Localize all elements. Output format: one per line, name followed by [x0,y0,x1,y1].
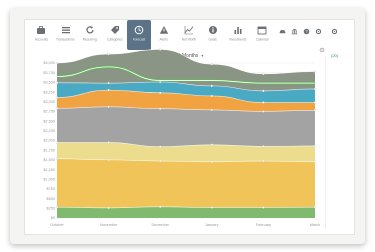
data-point [159,107,162,110]
data-point [210,160,213,163]
data-point [107,141,110,144]
data-point [210,84,213,88]
y-tick-label: $1,750 [43,148,55,152]
data-point [210,143,213,146]
data-point [107,82,110,85]
data-point [55,81,59,84]
y-tick-label: $2,750 [43,110,55,114]
y-tick-label: $750 [47,187,55,191]
data-point [210,63,213,66]
data-point [107,52,110,56]
x-tick-label: January [205,223,219,227]
y-tick-label: $3,250 [43,90,55,94]
data-point [210,206,213,209]
data-point [159,205,162,208]
y-tick-label: $3,750 [43,71,55,75]
data-point [313,144,317,148]
area-series-1 [57,206,315,218]
y-tick-label: $3,000 [43,100,55,104]
x-tick-label: February [256,223,271,227]
y-tick-label: $4,000 [43,61,55,65]
data-point [107,105,110,108]
y-tick-label: $500 [47,197,55,201]
data-point [55,141,59,144]
x-tick-label: March [310,223,321,227]
data-point [159,159,162,163]
data-point [159,48,162,51]
data-point [55,61,59,65]
data-point [313,87,317,91]
data-point [107,158,110,162]
data-point [55,96,59,99]
data-point [262,159,265,163]
y-tick-label: $250 [47,207,55,211]
data-point [313,160,317,163]
x-tick-label: October [50,223,64,227]
data-point [262,110,265,113]
y-tick-label: $2,500 [43,119,55,123]
y-tick-label: $2,000 [43,139,55,143]
y-tick-label: $2,250 [43,129,55,133]
data-point [262,145,265,148]
data-point [210,94,213,98]
y-tick-label: $1,500 [43,158,55,162]
data-point [262,101,265,104]
data-point [55,157,59,160]
data-point [313,109,317,112]
y-tick-label: $1,000 [43,177,55,181]
data-point [313,101,317,104]
data-point [159,91,162,94]
data-point [159,145,162,148]
data-point [262,72,265,75]
data-point [55,107,59,110]
x-tick-label: November [100,223,118,227]
y-tick-label: $0 [51,216,55,220]
data-point [55,205,59,209]
data-point [262,89,265,93]
x-tick-label: December [151,223,169,227]
data-point [107,88,110,92]
area-series-2 [57,158,315,208]
app-window: Accounts Transactions Recurring Categories F… [24,19,355,235]
y-tick-label: $3,500 [43,81,55,85]
data-point [262,206,265,209]
y-tick-label: $1,250 [43,168,55,172]
area-series-4 [57,106,315,147]
data-point [210,108,213,112]
data-point [107,206,110,210]
forecast-chart: $0 $250 $500 $750 $1,000 $1,250 $1,500 $1,750 $2… [43,48,321,227]
data-point [313,70,317,73]
data-point [313,205,317,209]
